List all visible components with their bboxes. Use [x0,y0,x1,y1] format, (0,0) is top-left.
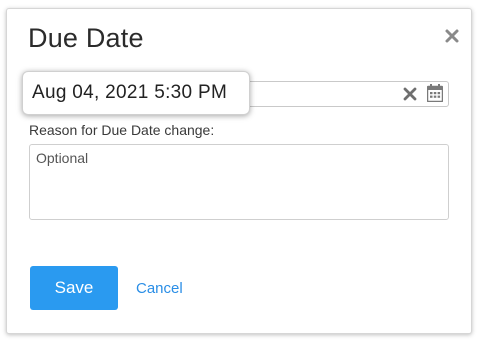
due-date-value[interactable]: Aug 04, 2021 5:30 PM [22,71,250,115]
save-button[interactable]: Save [30,266,118,310]
due-date-dialog: Due Date Aug 04, 2021 5:30 PM Reason for… [6,8,472,334]
reason-label: Reason for Due Date change: [29,122,215,138]
close-icon[interactable] [443,27,461,45]
clear-x-icon[interactable] [403,87,417,101]
reason-textarea[interactable] [29,144,449,220]
cancel-link[interactable]: Cancel [136,280,183,297]
dialog-title: Due Date [28,23,144,53]
calendar-icon[interactable] [426,84,444,103]
